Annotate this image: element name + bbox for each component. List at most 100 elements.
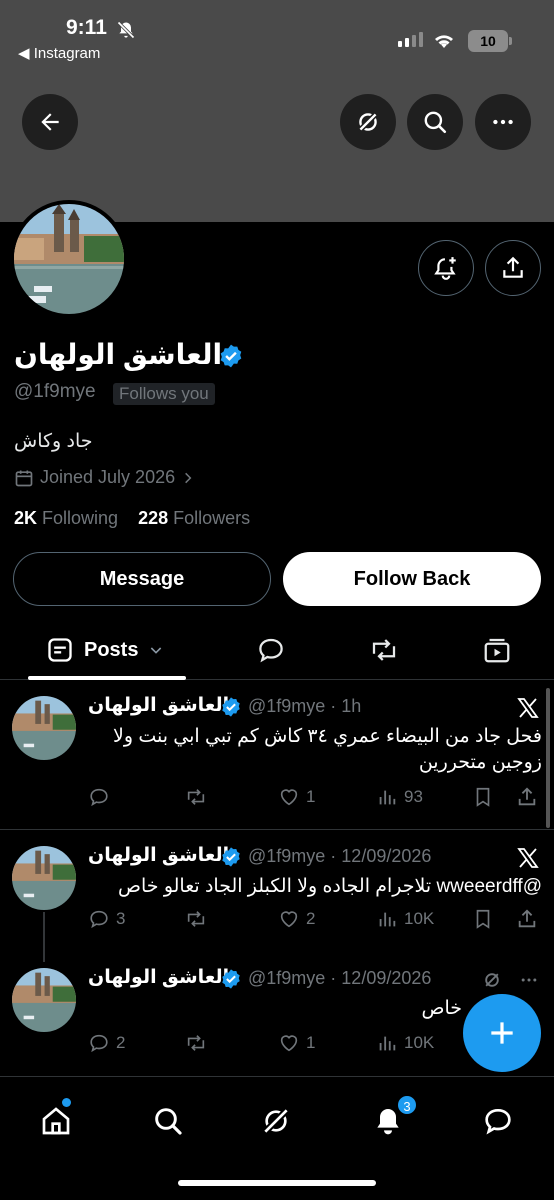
grok-button[interactable] — [340, 94, 396, 150]
views-icon — [379, 912, 396, 927]
search-icon[interactable] — [152, 1105, 184, 1137]
share-icon — [503, 256, 523, 278]
signal-icon — [398, 32, 423, 47]
post-avatar[interactable] — [12, 968, 76, 1032]
tab-posts-label: Posts — [84, 638, 139, 661]
tab-media[interactable] — [482, 635, 512, 665]
post-meta: @1f9mye · 1h — [248, 696, 362, 716]
heart-icon — [280, 1035, 298, 1052]
bookmark-icon — [476, 909, 490, 929]
search-button[interactable] — [407, 94, 463, 150]
heart-icon — [280, 911, 298, 928]
back-button[interactable] — [22, 94, 78, 150]
view-count: 93 — [404, 787, 423, 806]
profile-name: العاشق الولهان — [14, 339, 223, 370]
search-icon — [424, 111, 447, 134]
home-indicator — [178, 1180, 376, 1186]
views-icon — [379, 1036, 396, 1051]
bookmark-button[interactable] — [472, 786, 494, 808]
calendar-icon — [15, 470, 33, 486]
chevron-right-icon — [185, 472, 192, 483]
like-button[interactable]: 1 — [278, 1032, 315, 1054]
more-button[interactable] — [475, 94, 531, 150]
like-button[interactable]: 1 — [278, 786, 315, 808]
reply-button[interactable]: 3 — [88, 908, 125, 930]
compose-post-button[interactable] — [463, 994, 541, 1072]
tab-replies[interactable] — [256, 635, 286, 665]
home-icon[interactable] — [40, 1105, 72, 1137]
avatar-image — [12, 696, 76, 760]
post-author-name[interactable]: العاشق الولهان — [88, 844, 229, 867]
more-horizontal-icon[interactable] — [518, 970, 540, 990]
post-text: فحل جاد من البيضاء عمري ٣٤ كاش كم تبي اب… — [113, 726, 542, 773]
back-to-instagram[interactable]: ◀ Instagram — [18, 44, 100, 62]
following-count: 2K — [14, 508, 38, 528]
grok-icon[interactable] — [260, 1105, 292, 1137]
posts-icon — [48, 638, 72, 662]
view-count: 10K — [404, 1033, 435, 1052]
views-icon — [379, 790, 396, 805]
arrow-left-icon — [41, 113, 59, 131]
message-button[interactable]: Message — [13, 552, 271, 606]
like-count: 1 — [306, 787, 316, 806]
tab-reposts[interactable] — [368, 635, 400, 665]
post-item[interactable]: العاشق الولهان @1f9mye · 1h فحل جاد من ا… — [0, 690, 554, 830]
scrollbar[interactable] — [546, 688, 550, 828]
share-icon — [518, 909, 536, 928]
avatar-image — [14, 204, 124, 314]
profile-avatar[interactable] — [10, 200, 128, 318]
followers-count: 228 — [138, 508, 169, 528]
wifi-icon — [435, 35, 453, 48]
post-avatar[interactable] — [12, 846, 76, 910]
reply-count: 2 — [116, 1033, 126, 1052]
post-text: خاص — [421, 998, 462, 1019]
grok-icon — [357, 111, 379, 133]
profile-banner — [0, 70, 554, 222]
repost-icon — [187, 1035, 205, 1051]
notifications-badge: 3 — [396, 1094, 418, 1116]
follow-back-button[interactable]: Follow Back — [283, 552, 541, 606]
share-post-button[interactable] — [516, 908, 538, 930]
verified-badge-icon — [222, 969, 240, 989]
bookmark-button[interactable] — [472, 908, 494, 930]
repost-button[interactable] — [184, 786, 214, 808]
views-button[interactable]: 93 — [376, 786, 423, 808]
avatar-image — [12, 846, 76, 910]
notify-button[interactable] — [418, 240, 474, 296]
post-author-name[interactable]: العاشق الولهان — [88, 966, 229, 989]
share-button[interactable] — [485, 240, 541, 296]
repost-button[interactable] — [184, 1032, 214, 1054]
joined-date[interactable]: Joined July 2026 — [14, 467, 195, 488]
followers-link[interactable]: 228 Followers — [138, 508, 250, 528]
repost-button[interactable] — [184, 908, 214, 930]
reply-icon — [90, 1034, 108, 1053]
post-item[interactable]: العاشق الولهان @1f9mye · 12/09/2026 @wwe… — [0, 840, 554, 950]
message-icon[interactable] — [482, 1105, 514, 1137]
share-post-button[interactable] — [516, 786, 538, 808]
reply-button[interactable] — [88, 786, 116, 808]
tab-posts[interactable]: Posts — [46, 636, 164, 664]
thread-connector — [43, 912, 45, 962]
post-author-name[interactable]: العاشق الولهان — [88, 694, 229, 717]
profile-bio: جاد وكاش — [14, 431, 93, 452]
views-button[interactable]: 10K — [376, 1032, 434, 1054]
like-count: 2 — [306, 909, 316, 928]
follows-you-badge: Follows you — [113, 383, 215, 405]
post-meta: @1f9mye · 12/09/2026 — [248, 968, 432, 988]
grok-icon[interactable] — [482, 970, 502, 990]
following-link[interactable]: 2K Following — [14, 508, 118, 528]
x-logo-icon — [517, 848, 539, 868]
views-button[interactable]: 10K — [376, 908, 434, 930]
plus-icon — [491, 1022, 513, 1044]
view-count: 10K — [404, 909, 435, 928]
share-icon — [518, 787, 536, 806]
post-divider — [0, 829, 554, 830]
verified-badge-icon — [222, 847, 240, 867]
reply-count: 3 — [116, 909, 126, 928]
verified-badge-icon — [222, 697, 240, 717]
reply-button[interactable]: 2 — [88, 1032, 125, 1054]
post-avatar[interactable] — [12, 696, 76, 760]
like-button[interactable]: 2 — [278, 908, 315, 930]
more-horizontal-icon — [493, 119, 513, 125]
profile-handle: @1f9mye — [14, 381, 96, 402]
